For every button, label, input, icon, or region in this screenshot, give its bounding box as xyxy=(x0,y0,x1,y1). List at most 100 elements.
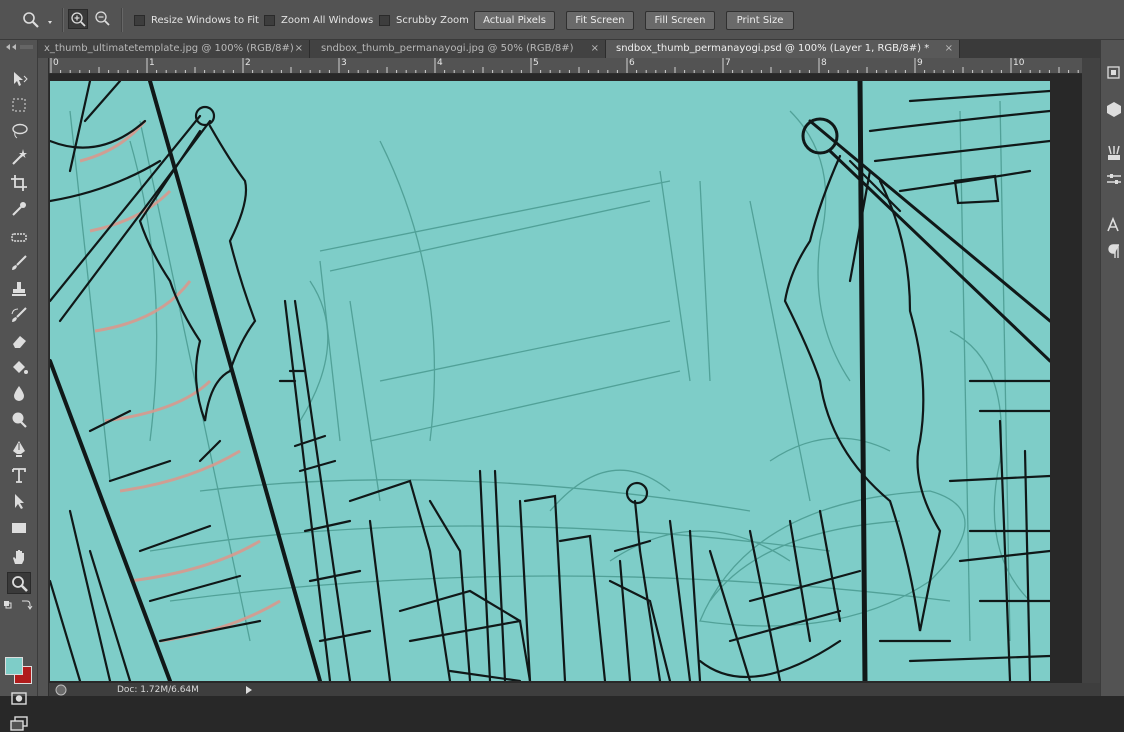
marquee-tool[interactable] xyxy=(7,94,31,116)
actual-pixels-button[interactable]: Actual Pixels xyxy=(474,11,555,30)
screen-mode-icon xyxy=(10,716,28,731)
foreground-color-swatch[interactable] xyxy=(5,657,23,675)
sliders-icon xyxy=(1107,174,1121,184)
screen-mode-button[interactable] xyxy=(7,714,31,732)
zoom-tool[interactable] xyxy=(7,572,31,594)
quick-mask-button[interactable] xyxy=(7,688,31,710)
scrubby-zoom-checkbox[interactable]: Scrubby Zoom xyxy=(379,13,469,27)
horizontal-ruler[interactable]: 0 1 2 3 4 5 6 7 8 9 10 xyxy=(49,58,1082,74)
blur-icon xyxy=(14,386,24,401)
options-bar: Resize Windows to Fit Zoom All Windows S… xyxy=(0,0,1124,40)
dodge-icon xyxy=(12,412,27,428)
collapse-arrows-icon[interactable] xyxy=(4,44,34,50)
document-tabs: x_thumb_ultimatetemplate.jpg @ 100% (RGB… xyxy=(38,40,1100,58)
crop-icon xyxy=(11,175,27,191)
ruler-number: 6 xyxy=(629,58,635,68)
brush-presets-button[interactable] xyxy=(1105,170,1124,192)
zoom-all-windows-label: Zoom All Windows xyxy=(281,14,374,26)
character-panel-button[interactable] xyxy=(1105,216,1124,238)
color-panel-icon xyxy=(1107,66,1120,79)
magic-wand-tool[interactable] xyxy=(7,146,31,168)
ruler-number: 4 xyxy=(437,58,443,68)
eyedropper-tool[interactable] xyxy=(7,198,31,220)
print-size-button[interactable]: Print Size xyxy=(726,11,794,30)
color-panel-button[interactable] xyxy=(1105,64,1124,86)
pen-tool[interactable] xyxy=(7,438,31,460)
type-icon xyxy=(12,468,26,483)
zoom-in-icon xyxy=(71,12,86,27)
zoom-level-icon[interactable] xyxy=(55,684,67,696)
zoom-out-button[interactable] xyxy=(93,9,113,29)
doc-size-info: Doc: 1.72M/6.64M xyxy=(117,685,199,695)
tab-permanayogi-jpg[interactable]: sndbox_thumb_permanayogi.jpg @ 50% (RGB/… xyxy=(310,40,606,58)
paint-bucket-icon xyxy=(13,361,28,374)
lasso-tool[interactable] xyxy=(7,120,31,142)
healing-brush-icon xyxy=(11,233,27,242)
status-menu-arrow-icon[interactable] xyxy=(245,686,253,694)
clone-stamp-tool[interactable] xyxy=(7,278,31,300)
brush-tool[interactable] xyxy=(7,252,31,274)
document-canvas[interactable] xyxy=(50,81,1050,681)
close-icon[interactable]: × xyxy=(295,40,303,58)
brushes-icon xyxy=(1108,145,1120,160)
type-tool[interactable] xyxy=(7,464,31,486)
eraser-tool[interactable] xyxy=(7,330,31,352)
fit-screen-button[interactable]: Fit Screen xyxy=(566,11,634,30)
path-selection-icon xyxy=(15,494,24,509)
ruler-number: 8 xyxy=(821,58,827,68)
zoom-tool-icon xyxy=(23,12,52,28)
swap-colors-icon[interactable] xyxy=(3,598,35,612)
pen-icon xyxy=(13,441,25,457)
adjustments-panel-button[interactable] xyxy=(1105,100,1124,122)
ruler-number: 5 xyxy=(533,58,539,68)
sketch-artwork xyxy=(50,81,1050,681)
eraser-icon xyxy=(13,336,26,348)
rectangle-tool[interactable] xyxy=(7,517,31,539)
vertical-scrollbar[interactable] xyxy=(1082,58,1100,683)
close-icon[interactable]: × xyxy=(591,40,599,58)
vertical-ruler[interactable] xyxy=(38,58,49,696)
tab-permanayogi-psd[interactable]: sndbox_thumb_permanayogi.psd @ 100% (Lay… xyxy=(606,40,960,58)
eyedropper-icon xyxy=(12,202,26,216)
zoom-out-icon xyxy=(95,11,110,26)
rectangle-icon xyxy=(12,523,26,533)
close-icon[interactable]: × xyxy=(945,40,953,58)
crop-tool[interactable] xyxy=(7,172,31,194)
tools-panel xyxy=(0,40,38,731)
tool-preset-picker[interactable] xyxy=(14,8,54,32)
ruler-number: 7 xyxy=(725,58,731,68)
resize-windows-checkbox[interactable]: Resize Windows to Fit xyxy=(134,13,259,27)
brush-icon xyxy=(12,255,27,270)
ruler-number: 10 xyxy=(1013,58,1025,68)
dodge-tool[interactable] xyxy=(7,408,31,430)
zoom-icon xyxy=(12,576,28,592)
panel-dock xyxy=(1100,40,1124,696)
magic-wand-icon xyxy=(12,149,27,165)
tab-label: x_thumb_ultimatetemplate.jpg @ 100% (RGB… xyxy=(44,43,294,54)
hand-tool[interactable] xyxy=(7,546,31,568)
tab-label: sndbox_thumb_permanayogi.psd @ 100% (Lay… xyxy=(616,43,930,54)
zoom-all-windows-checkbox[interactable]: Zoom All Windows xyxy=(264,13,373,27)
paragraph-panel-button[interactable] xyxy=(1105,242,1124,264)
ruler-number: 3 xyxy=(341,58,347,68)
move-tool[interactable] xyxy=(7,68,31,90)
tab-label: sndbox_thumb_permanayogi.jpg @ 50% (RGB/… xyxy=(321,43,574,54)
resize-windows-label: Resize Windows to Fit xyxy=(151,14,259,26)
cube-icon xyxy=(1107,102,1121,117)
move-icon xyxy=(14,72,28,86)
ruler-number: 2 xyxy=(245,58,251,68)
paint-bucket-tool[interactable] xyxy=(7,356,31,378)
ruler-number: 9 xyxy=(917,58,923,68)
ruler-number: 0 xyxy=(53,58,59,68)
healing-brush-tool[interactable] xyxy=(7,226,31,248)
ruler-ticks xyxy=(50,58,1079,73)
history-brush-icon xyxy=(11,307,27,322)
path-selection-tool[interactable] xyxy=(7,490,31,512)
fill-screen-button[interactable]: Fill Screen xyxy=(645,11,715,30)
character-icon xyxy=(1107,216,1119,232)
blur-tool[interactable] xyxy=(7,382,31,404)
tab-ultimatetemplate[interactable]: x_thumb_ultimatetemplate.jpg @ 100% (RGB… xyxy=(38,40,310,58)
zoom-in-button[interactable] xyxy=(68,9,88,29)
history-brush-tool[interactable] xyxy=(7,304,31,326)
brushes-panel-button[interactable] xyxy=(1105,144,1124,166)
